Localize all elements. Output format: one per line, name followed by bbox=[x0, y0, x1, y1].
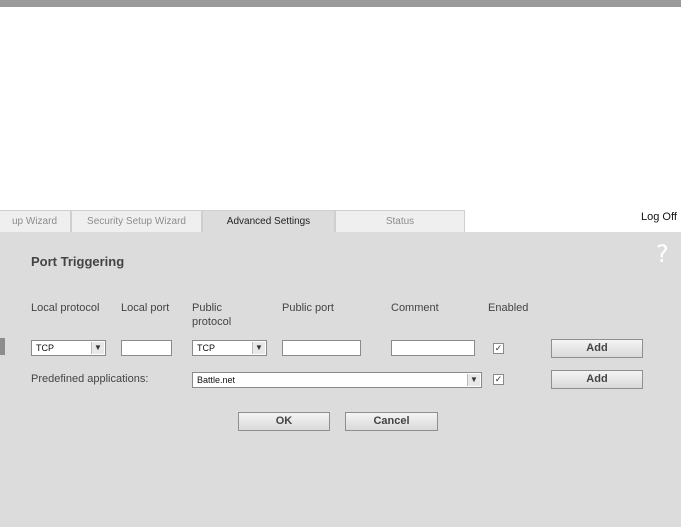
public-protocol-value: TCP bbox=[197, 343, 215, 353]
local-port-input[interactable] bbox=[121, 340, 172, 356]
public-port-input[interactable] bbox=[282, 340, 361, 356]
chevron-down-icon: ▼ bbox=[91, 342, 104, 354]
tab-advanced-settings[interactable]: Advanced Settings bbox=[202, 210, 335, 233]
help-icon[interactable]: ? bbox=[656, 242, 669, 266]
header-enabled: Enabled bbox=[488, 302, 529, 314]
local-protocol-value: TCP bbox=[36, 343, 54, 353]
chevron-down-icon: ▼ bbox=[252, 342, 265, 354]
tab-setup-wizard[interactable]: up Wizard bbox=[0, 210, 71, 232]
logoff-link[interactable]: Log Off bbox=[641, 211, 677, 223]
header-comment: Comment bbox=[391, 302, 439, 314]
public-protocol-select[interactable]: TCP ▼ bbox=[192, 340, 267, 356]
tab-advanced-settings-label: Advanced Settings bbox=[226, 216, 311, 227]
local-protocol-select[interactable]: TCP ▼ bbox=[31, 340, 106, 356]
header-public-protocol-line1: Public bbox=[192, 302, 222, 314]
header-local-protocol: Local protocol bbox=[31, 302, 100, 314]
top-bar bbox=[0, 0, 681, 7]
tab-setup-wizard-label: up Wizard bbox=[11, 216, 57, 227]
ok-button[interactable]: OK bbox=[238, 412, 330, 431]
header-public-port: Public port bbox=[282, 302, 334, 314]
chevron-down-icon: ▼ bbox=[467, 374, 480, 386]
tab-security-setup-wizard[interactable]: Security Setup Wizard bbox=[71, 210, 202, 232]
tab-security-setup-wizard-label: Security Setup Wizard bbox=[87, 216, 186, 227]
enabled-checkbox[interactable]: ✓ bbox=[493, 343, 504, 354]
predefined-applications-value: Battle.net bbox=[197, 375, 236, 385]
header-public-protocol: Public protocol bbox=[192, 301, 231, 329]
tab-status[interactable]: Status bbox=[335, 210, 465, 232]
header-local-port: Local port bbox=[121, 302, 170, 314]
predefined-applications-select[interactable]: Battle.net ▼ bbox=[192, 372, 482, 388]
header-public-protocol-line2: protocol bbox=[192, 316, 232, 328]
comment-input[interactable] bbox=[391, 340, 475, 356]
predefined-enabled-checkbox[interactable]: ✓ bbox=[493, 374, 504, 385]
cancel-button[interactable]: Cancel bbox=[345, 412, 438, 431]
port-triggering-panel: ? Port Triggering Local protocol Local p… bbox=[0, 232, 681, 527]
left-edge-marker bbox=[0, 338, 5, 355]
page-title: Port Triggering bbox=[31, 254, 125, 269]
tab-status-label: Status bbox=[385, 216, 415, 227]
predefined-applications-label: Predefined applications: bbox=[31, 373, 149, 385]
add-button[interactable]: Add bbox=[551, 339, 643, 358]
predefined-add-button[interactable]: Add bbox=[551, 370, 643, 389]
